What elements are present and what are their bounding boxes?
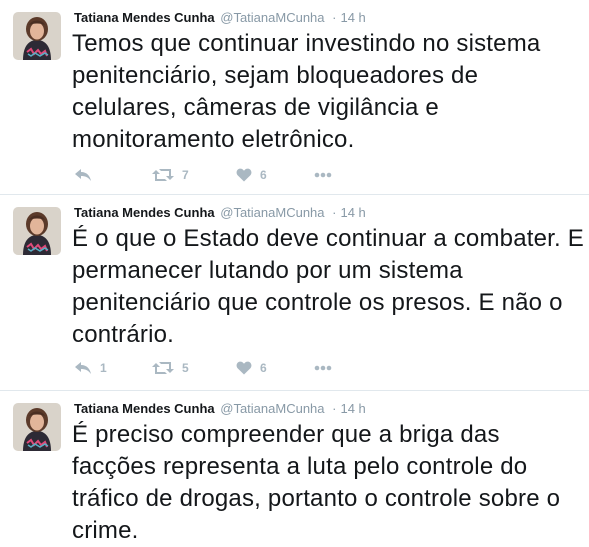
avatar[interactable] (13, 403, 61, 451)
timestamp[interactable]: 14 h (340, 401, 365, 416)
retweet-icon (152, 361, 174, 375)
separator: · (332, 401, 337, 416)
retweet-count: 5 (182, 361, 189, 375)
retweet-button[interactable]: 5 (152, 358, 189, 378)
author-handle[interactable]: @TatianaMCunha (220, 10, 324, 25)
author-name[interactable]: Tatiana Mendes Cunha (74, 205, 215, 220)
like-count: 6 (260, 168, 267, 182)
tweet-header: Tatiana Mendes Cunha @TatianaMCunha · 14 … (74, 205, 366, 221)
more-button[interactable] (314, 165, 332, 185)
reply-count: 1 (100, 361, 107, 375)
like-button[interactable]: 6 (236, 165, 267, 185)
retweet-button[interactable]: 7 (152, 165, 189, 185)
more-button[interactable] (314, 358, 332, 378)
tweet[interactable]: Tatiana Mendes Cunha @TatianaMCunha · 14 … (0, 0, 589, 195)
retweet-icon (152, 168, 174, 182)
tweet-feed: Tatiana Mendes Cunha @TatianaMCunha · 14 … (0, 0, 589, 546)
retweet-count: 7 (182, 168, 189, 182)
tweet-text: É preciso compreender que a briga das fa… (72, 421, 561, 544)
tweet-text: Temos que continuar investindo no sistem… (72, 30, 541, 153)
more-icon (314, 172, 332, 178)
author-handle[interactable]: @TatianaMCunha (220, 205, 324, 220)
separator: · (332, 205, 337, 220)
timestamp[interactable]: 14 h (340, 10, 365, 25)
reply-icon (74, 361, 92, 375)
more-icon (314, 365, 332, 371)
tweet-text: É o que o Estado deve continuar a combat… (72, 225, 584, 348)
reply-button[interactable]: 1 (74, 358, 107, 378)
reply-button[interactable] (74, 165, 92, 185)
avatar[interactable] (13, 207, 61, 255)
separator: · (332, 10, 337, 25)
heart-icon (236, 168, 252, 182)
author-handle[interactable]: @TatianaMCunha (220, 401, 324, 416)
like-button[interactable]: 6 (236, 358, 267, 378)
timestamp[interactable]: 14 h (340, 205, 365, 220)
reply-icon (74, 168, 92, 182)
avatar[interactable] (13, 12, 61, 60)
tweet[interactable]: Tatiana Mendes Cunha @TatianaMCunha · 14 … (0, 391, 589, 546)
tweet-header: Tatiana Mendes Cunha @TatianaMCunha · 14 … (74, 401, 366, 417)
tweet-header: Tatiana Mendes Cunha @TatianaMCunha · 14 … (74, 10, 366, 26)
like-count: 6 (260, 361, 267, 375)
author-name[interactable]: Tatiana Mendes Cunha (74, 10, 215, 25)
tweet[interactable]: Tatiana Mendes Cunha @TatianaMCunha · 14 … (0, 195, 589, 391)
heart-icon (236, 361, 252, 375)
author-name[interactable]: Tatiana Mendes Cunha (74, 401, 215, 416)
